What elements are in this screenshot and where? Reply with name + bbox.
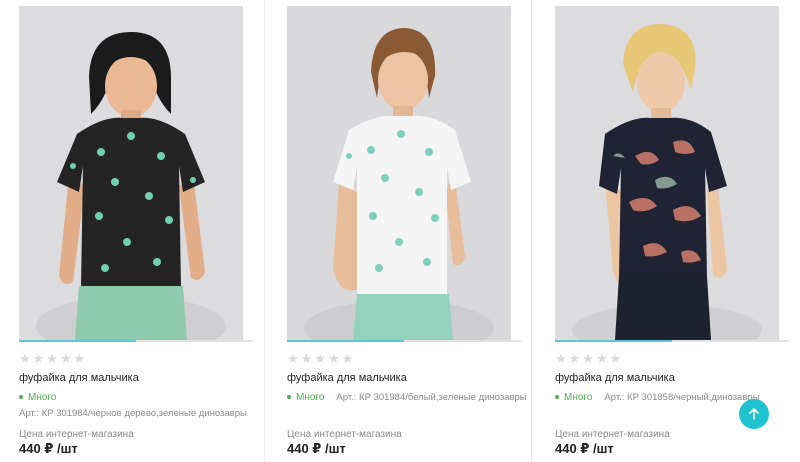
price: 440 ₽ /шт (555, 441, 614, 456)
article-number: Арт.: КР 301984/черное дерево,зеленые ди… (19, 408, 247, 419)
stock-row: Много Арт.: КР 301858/черный,динозавры (555, 390, 760, 404)
arrow-up-icon (749, 408, 759, 420)
product-image[interactable] (287, 6, 511, 340)
product-title[interactable]: фуфайка для мальчика (287, 372, 407, 384)
stock-row: Много Арт.: КР 301984/белый,зеленые дино… (287, 390, 527, 404)
card-divider (531, 0, 532, 462)
star-icon[interactable]: ★ (46, 353, 58, 367)
image-slider-track[interactable] (555, 340, 789, 342)
stock-status: Много (564, 391, 593, 403)
stock-row: Много (19, 390, 68, 404)
star-icon[interactable]: ★ (301, 353, 313, 367)
card-divider (264, 0, 265, 462)
star-icon[interactable]: ★ (33, 353, 45, 367)
product-title[interactable]: фуфайка для мальчика (555, 372, 675, 384)
image-slider-track[interactable] (287, 340, 521, 342)
product-card[interactable]: ★ ★ ★ ★ ★ фуфайка для мальчика Много Арт… (19, 0, 287, 462)
price-label: Цена интернет-магазина (287, 429, 402, 440)
scroll-to-top-button[interactable] (739, 399, 769, 429)
product-photo-boy-black-tshirt (19, 6, 243, 340)
rating-stars[interactable]: ★ ★ ★ ★ ★ (287, 353, 353, 367)
article-number: Арт.: КР 301858/черный,динозавры (604, 391, 760, 403)
star-icon[interactable]: ★ (60, 353, 72, 367)
star-icon[interactable]: ★ (582, 353, 594, 367)
star-icon[interactable]: ★ (555, 353, 567, 367)
price: 440 ₽ /шт (19, 441, 78, 456)
image-slider-fill (19, 340, 136, 342)
price-label: Цена интернет-магазина (19, 429, 134, 440)
article-number: Арт.: КР 301984/белый,зеленые динозавры (336, 391, 527, 403)
product-image[interactable] (555, 6, 779, 340)
stock-status: Много (28, 391, 57, 403)
star-icon[interactable]: ★ (74, 353, 86, 367)
stock-dot-icon (555, 395, 559, 399)
stock-dot-icon (287, 395, 291, 399)
product-photo-boy-navy-tshirt (555, 6, 779, 340)
product-image[interactable] (19, 6, 243, 340)
star-icon[interactable]: ★ (596, 353, 608, 367)
stock-dot-icon (19, 395, 23, 399)
product-title[interactable]: фуфайка для мальчика (19, 372, 139, 384)
image-slider-fill (287, 340, 404, 342)
stock-status: Много (296, 391, 325, 403)
star-icon[interactable]: ★ (328, 353, 340, 367)
star-icon[interactable]: ★ (342, 353, 354, 367)
price: 440 ₽ /шт (287, 441, 346, 456)
image-slider-track[interactable] (19, 340, 253, 342)
price-label: Цена интернет-магазина (555, 429, 670, 440)
star-icon[interactable]: ★ (314, 353, 326, 367)
star-icon[interactable]: ★ (287, 353, 299, 367)
product-card[interactable]: ★ ★ ★ ★ ★ фуфайка для мальчика Много Арт… (555, 0, 800, 462)
rating-stars[interactable]: ★ ★ ★ ★ ★ (19, 353, 85, 367)
image-slider-fill (555, 340, 672, 342)
product-grid: ★ ★ ★ ★ ★ фуфайка для мальчика Много Арт… (0, 0, 800, 462)
star-icon[interactable]: ★ (19, 353, 31, 367)
product-card[interactable]: ★ ★ ★ ★ ★ фуфайка для мальчика Много Арт… (287, 0, 555, 462)
product-photo-boy-white-tshirt (287, 6, 511, 340)
star-icon[interactable]: ★ (610, 353, 622, 367)
star-icon[interactable]: ★ (569, 353, 581, 367)
rating-stars[interactable]: ★ ★ ★ ★ ★ (555, 353, 621, 367)
